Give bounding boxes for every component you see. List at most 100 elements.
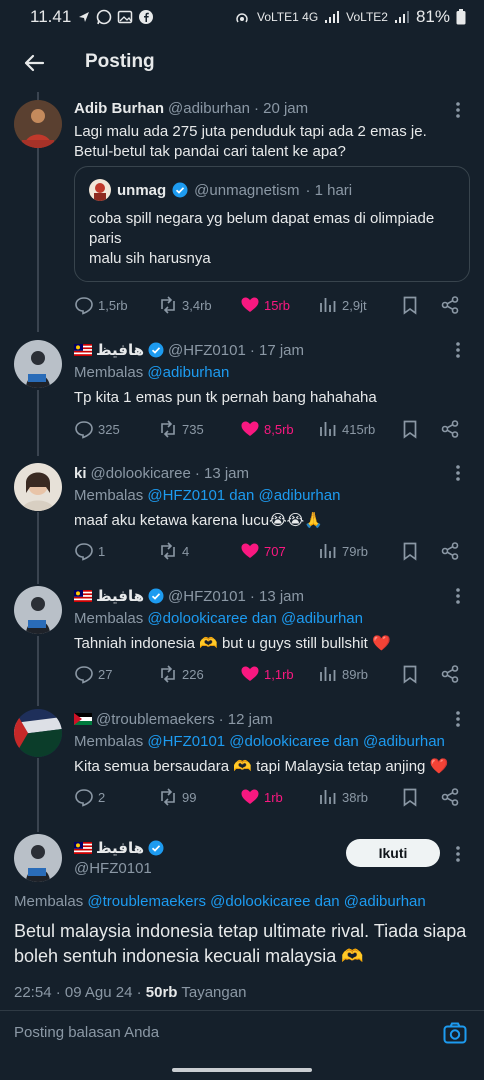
quote-text-line: malu sih harusnya xyxy=(89,250,211,267)
reply-button[interactable]: 1 xyxy=(74,541,105,561)
repost-button[interactable]: 226 xyxy=(158,664,204,684)
verified-badge-icon xyxy=(148,588,164,604)
reply-button[interactable]: 1,5rb xyxy=(74,295,128,315)
tweet-text: Kita semua bersaudara 🫶 tapi Malaysia te… xyxy=(74,758,449,775)
back-arrow-icon[interactable] xyxy=(22,51,46,75)
author-handle[interactable]: @HFZ0101 xyxy=(168,342,246,359)
camera-icon[interactable] xyxy=(442,1020,468,1046)
views-button[interactable]: 79rb xyxy=(318,541,368,561)
page-title: Posting xyxy=(85,51,155,72)
avatar-image xyxy=(14,586,62,634)
views-chart-icon xyxy=(320,544,336,558)
more-options-icon[interactable] xyxy=(450,340,466,360)
tweet[interactable]: هافيظ @HFZ0101 · 13 jam Membalas @dolook… xyxy=(0,584,484,694)
tweet[interactable]: Adib Burhan @adiburhan · 20 jam Lagi mal… xyxy=(0,96,484,328)
author-name[interactable]: هافيظ xyxy=(96,839,144,857)
repost-button[interactable]: 4 xyxy=(158,541,189,561)
reply-button[interactable]: 2 xyxy=(74,787,105,807)
views-count: 2,9jt xyxy=(342,297,367,313)
views-button[interactable]: 89rb xyxy=(318,664,368,684)
views-button[interactable]: 38rb xyxy=(318,787,368,807)
replying-to-link[interactable]: @HFZ0101 @dolookicaree dan @adiburhan xyxy=(147,733,445,750)
status-right: VoLTE1 4G VoLTE2 81% xyxy=(233,7,466,27)
avatar-image xyxy=(14,463,62,511)
like-button[interactable]: 1rb xyxy=(240,787,283,807)
views-count[interactable]: 50rb xyxy=(146,984,178,1001)
share-button[interactable] xyxy=(440,541,460,561)
more-options-icon[interactable] xyxy=(450,100,466,120)
author-name[interactable]: هافيظ xyxy=(96,341,144,359)
author-name[interactable]: Adib Burhan xyxy=(74,100,164,117)
verified-badge-icon xyxy=(172,182,188,198)
avatar[interactable] xyxy=(14,586,62,634)
repost-button[interactable]: 735 xyxy=(158,419,204,439)
replying-to-link[interactable]: @HFZ0101 dan @adiburhan xyxy=(147,487,340,504)
tweet[interactable]: هافيظ @HFZ0101 · 17 jam Membalas @adibur… xyxy=(0,338,484,448)
tweet-actions: 27 226 1,1rb 89rb xyxy=(74,663,470,685)
like-button[interactable]: 1,1rb xyxy=(240,664,294,684)
views-button[interactable]: 415rb xyxy=(318,419,375,439)
more-options-icon[interactable] xyxy=(450,586,466,606)
repost-icon xyxy=(161,788,175,806)
author-handle[interactable]: @HFZ0101 xyxy=(168,588,246,605)
more-options-icon[interactable] xyxy=(450,844,466,864)
more-options-icon[interactable] xyxy=(450,709,466,729)
bookmark-button[interactable] xyxy=(400,541,420,561)
post-time: · 17 jam xyxy=(249,341,304,359)
share-button[interactable] xyxy=(440,787,460,807)
post-time: · 13 jam xyxy=(249,587,304,605)
follow-button[interactable]: Ikuti xyxy=(346,839,440,867)
replying-to-link[interactable]: @troublemaekers @dolookicaree dan @adibu… xyxy=(87,893,425,910)
main-post: هافيظ @HFZ0101 Ikuti xyxy=(0,832,484,884)
quote-avatar xyxy=(89,179,111,201)
author-handle[interactable]: @adiburhan xyxy=(168,100,250,117)
reply-button[interactable]: 325 xyxy=(74,419,120,439)
share-button[interactable] xyxy=(440,295,460,315)
quote-text-line: paris xyxy=(89,230,122,247)
avatar[interactable] xyxy=(14,463,62,511)
views-chart-icon xyxy=(320,667,336,681)
repost-button[interactable]: 3,4rb xyxy=(158,295,212,315)
battery-percent: 81% xyxy=(415,7,450,26)
views-count: 89rb xyxy=(342,666,369,682)
bookmark-button[interactable] xyxy=(400,787,420,807)
tweet-text: Tp kita 1 emas pun tk pernah bang hahaha… xyxy=(74,389,377,406)
like-button[interactable]: 707 xyxy=(240,541,286,561)
heart-icon xyxy=(241,421,259,436)
avatar[interactable] xyxy=(14,100,62,148)
author-handle[interactable]: @troublemaekers xyxy=(96,711,215,728)
like-button[interactable]: 8,5rb xyxy=(240,419,294,439)
reply-compose-input[interactable]: Posting balasan Anda xyxy=(14,1024,159,1041)
more-options-icon[interactable] xyxy=(450,463,466,483)
notification-icons xyxy=(77,9,154,25)
tweet-text: Lagi malu ada 275 juta penduduk tapi ada… xyxy=(74,122,470,162)
share-button[interactable] xyxy=(440,664,460,684)
bookmark-button[interactable] xyxy=(400,419,420,439)
avatar[interactable] xyxy=(14,834,62,882)
repost-icon xyxy=(161,296,175,314)
bookmark-button[interactable] xyxy=(400,295,420,315)
avatar[interactable] xyxy=(14,340,62,388)
home-indicator[interactable] xyxy=(172,1068,312,1072)
reply-button[interactable]: 27 xyxy=(74,664,112,684)
heart-icon xyxy=(241,789,259,804)
replying-to-link[interactable]: @dolookicaree dan @adiburhan xyxy=(147,610,363,627)
avatar[interactable] xyxy=(14,709,62,757)
author-name[interactable]: ki xyxy=(74,465,87,482)
tweet[interactable]: @troublemaekers · 12 jam Membalas @HFZ01… xyxy=(0,707,484,817)
views-button[interactable]: 2,9jt xyxy=(318,295,367,315)
bookmark-button[interactable] xyxy=(400,664,420,684)
reply-icon xyxy=(75,543,93,561)
tweet[interactable]: ki @dolookicaree · 13 jam Membalas @HFZ0… xyxy=(0,461,484,571)
like-button[interactable]: 15rb xyxy=(240,295,290,315)
replying-prefix: Membalas xyxy=(74,364,144,381)
like-count: 15rb xyxy=(264,297,291,313)
author-name[interactable]: هافيظ xyxy=(96,587,144,605)
quoted-tweet[interactable]: unmag @unmagnetism · 1 hari coba spill n… xyxy=(74,166,470,282)
reply-icon xyxy=(75,421,93,439)
malaysia-flag-icon xyxy=(74,344,92,356)
repost-button[interactable]: 99 xyxy=(158,787,196,807)
author-handle[interactable]: @dolookicaree xyxy=(91,465,191,482)
replying-to-link[interactable]: @adiburhan xyxy=(147,364,229,381)
share-button[interactable] xyxy=(440,419,460,439)
